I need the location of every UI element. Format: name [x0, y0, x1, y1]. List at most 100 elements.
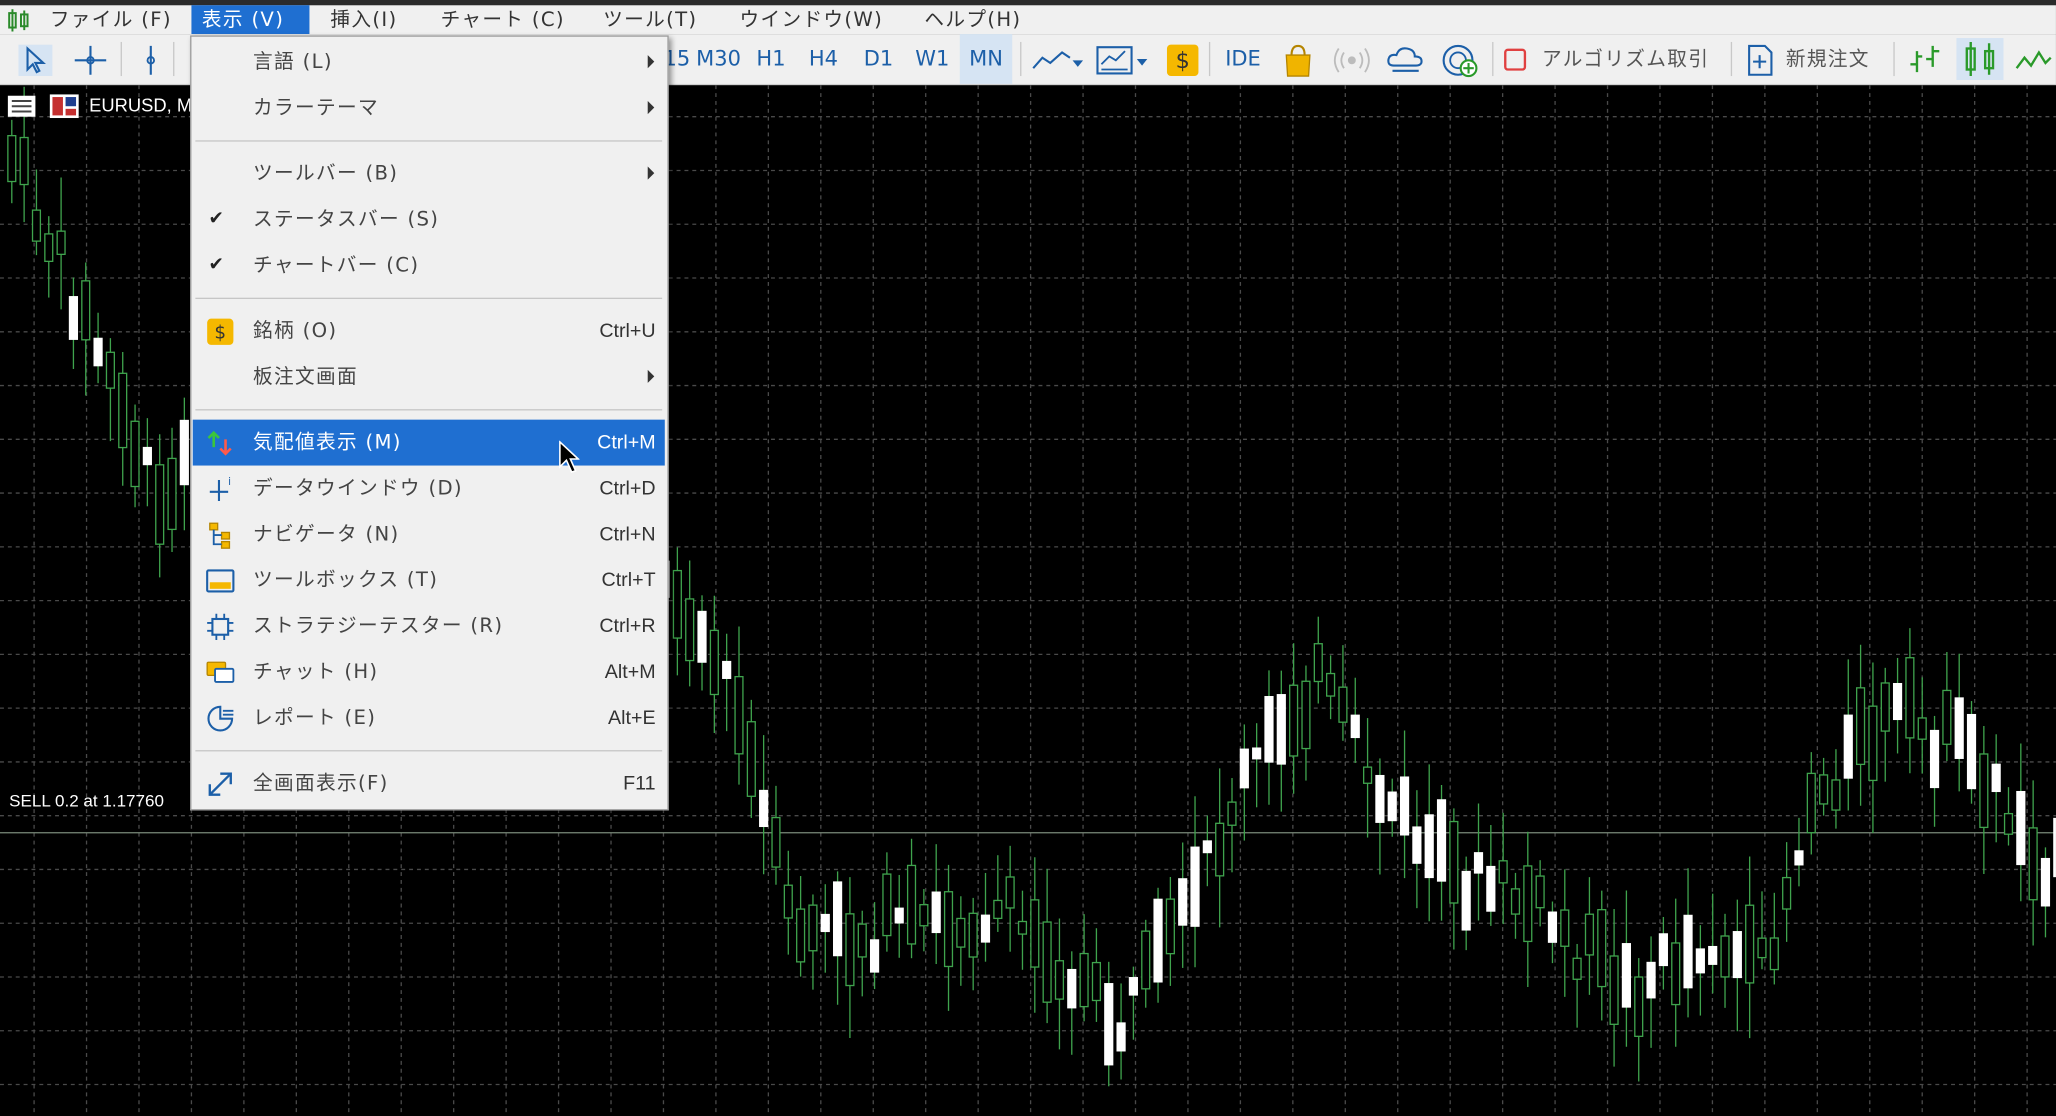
bar-chart-icon[interactable]: [1906, 43, 1945, 77]
timeframe-d1[interactable]: D1: [858, 34, 900, 84]
candle: [1769, 892, 1779, 985]
menu-item-fullscreen[interactable]: 全画面表示(F) F11: [193, 761, 665, 807]
svg-text:$: $: [1176, 48, 1190, 74]
candle: [1486, 825, 1496, 926]
svg-text:i: i: [228, 476, 231, 488]
vps-icon[interactable]: [1440, 42, 1482, 79]
menu-item-symbols[interactable]: $ 銘柄 (O) Ctrl+U: [193, 308, 665, 354]
candle: [2003, 787, 2014, 846]
candle: [869, 902, 880, 990]
candle: [1227, 778, 1237, 873]
menu-item-color-theme[interactable]: カラーテーマ: [193, 85, 665, 131]
menu-item-chat[interactable]: チャット (H) Alt+M: [193, 649, 665, 695]
candle: [1362, 718, 1373, 838]
menu-item-chart-bar[interactable]: ✔ チャートバー (C): [193, 243, 665, 289]
candle: [1054, 918, 1065, 1050]
timeframe-w1[interactable]: W1: [910, 34, 955, 84]
candle: [1473, 803, 1484, 921]
menu-item-shortcut: Alt+E: [608, 706, 656, 730]
candle: [1720, 913, 1730, 1008]
candle: [2040, 847, 2051, 938]
menu-view[interactable]: 表示 (V): [191, 5, 310, 35]
candle: [734, 626, 744, 785]
candle: [1313, 616, 1323, 704]
candle: [1572, 943, 1582, 1028]
market-bag-icon[interactable]: [1280, 42, 1317, 79]
menu-separator: [195, 140, 663, 142]
new-order-icon[interactable]: [1744, 43, 1775, 77]
menu-item-navigator[interactable]: ナビゲータ (N) Ctrl+N: [193, 511, 665, 557]
timeframe-h1[interactable]: H1: [750, 34, 792, 84]
candle: [1671, 898, 1681, 1047]
candle: [7, 119, 17, 204]
symbol-flag-icon: [49, 94, 79, 119]
dollar-icon[interactable]: $: [1164, 43, 1201, 77]
menu-item-status-bar[interactable]: ✔ ステータスバー (S): [193, 197, 665, 243]
vertical-line-icon[interactable]: [136, 45, 165, 76]
menu-insert[interactable]: 挿入(I): [320, 5, 408, 34]
candle: [1843, 659, 1853, 811]
menu-item-label: 銘柄 (O): [253, 318, 338, 343]
svg-text:$: $: [214, 322, 226, 343]
crosshair-icon[interactable]: [73, 45, 107, 76]
menu-window[interactable]: ウインドウ(W): [729, 5, 894, 34]
menu-item-label: ツールボックス (T): [253, 567, 439, 592]
candle: [1276, 670, 1286, 812]
toolbar-separator: [1492, 41, 1494, 77]
menu-item-reports[interactable]: レポート (E) Alt+E: [193, 695, 665, 741]
menu-item-shortcut: Ctrl+R: [599, 615, 656, 638]
candle: [1042, 868, 1052, 1024]
new-order-button[interactable]: 新規注文: [1786, 34, 1883, 84]
menu-item-language[interactable]: 言語 (L): [193, 39, 665, 85]
menu-item-shortcut: Alt+M: [604, 660, 656, 684]
candle: [1942, 651, 1952, 762]
candle: [980, 872, 991, 962]
candle: [1030, 857, 1040, 1013]
cursor-tool-icon[interactable]: [18, 44, 53, 77]
candle: [1141, 919, 1151, 1008]
timeframe-h4[interactable]: H4: [802, 34, 844, 84]
line-chart-icon[interactable]: [2014, 45, 2053, 76]
ide-button[interactable]: IDE: [1219, 34, 1266, 84]
candle: [722, 633, 732, 732]
algo-trading-button[interactable]: アルゴリズム取引: [1542, 34, 1726, 84]
candle: [746, 699, 756, 818]
candle: [1190, 796, 1200, 968]
cloud-icon[interactable]: [1385, 43, 1427, 77]
candle: [845, 877, 855, 1038]
chart-list-icon[interactable]: [7, 94, 38, 118]
algo-trading-stop-icon[interactable]: [1503, 47, 1529, 73]
menu-item-label: 板注文画面: [253, 364, 358, 389]
signals-icon[interactable]: [1330, 43, 1375, 77]
indicator-line-icon[interactable]: [1031, 45, 1086, 76]
menu-tools[interactable]: ツール(T): [593, 5, 708, 34]
menu-item-depth-of-market[interactable]: 板注文画面: [193, 354, 665, 400]
timeframe-mn[interactable]: MN: [959, 34, 1013, 84]
menu-item-label: ストラテジーテスター (R): [253, 613, 504, 638]
menu-item-toolbar[interactable]: ツールバー (B): [193, 151, 665, 197]
submenu-arrow-icon: [647, 369, 655, 383]
menu-chart[interactable]: チャート (C): [430, 5, 575, 34]
chart-template-icon[interactable]: [1094, 43, 1152, 77]
menu-help[interactable]: ヘルプ(H): [914, 5, 1032, 34]
timeframe-m30[interactable]: M30: [692, 34, 744, 84]
candle: [1399, 730, 1410, 879]
data-window-icon: i: [209, 476, 231, 501]
candle: [1350, 677, 1360, 763]
market-watch-icon: [207, 430, 232, 456]
candle: [1523, 831, 1533, 987]
candle: [155, 434, 165, 578]
checkmark-icon: ✔: [208, 254, 224, 276]
menu-item-strategy-tester[interactable]: ストラテジーテスター (R) Ctrl+R: [193, 603, 665, 649]
menu-bar: ファイル (F) 表示 (V) 挿入(I) チャート (C) ツール(T) ウイ…: [0, 5, 2056, 35]
candle: [808, 894, 818, 990]
candlestick-chart-icon[interactable]: [1956, 38, 2004, 80]
menu-file[interactable]: ファイル (F): [39, 5, 182, 34]
menu-item-toolbox[interactable]: ツールボックス (T) Ctrl+T: [193, 557, 665, 603]
candle: [1079, 914, 1089, 1022]
menu-item-label: カラーテーマ: [253, 95, 379, 120]
menu-item-market-watch[interactable]: 気配値表示 (M) Ctrl+M: [192, 419, 665, 466]
candle: [906, 838, 917, 959]
menu-item-shortcut: F11: [623, 772, 656, 795]
menu-item-data-window[interactable]: i データウインドウ (D) Ctrl+D: [193, 466, 665, 512]
